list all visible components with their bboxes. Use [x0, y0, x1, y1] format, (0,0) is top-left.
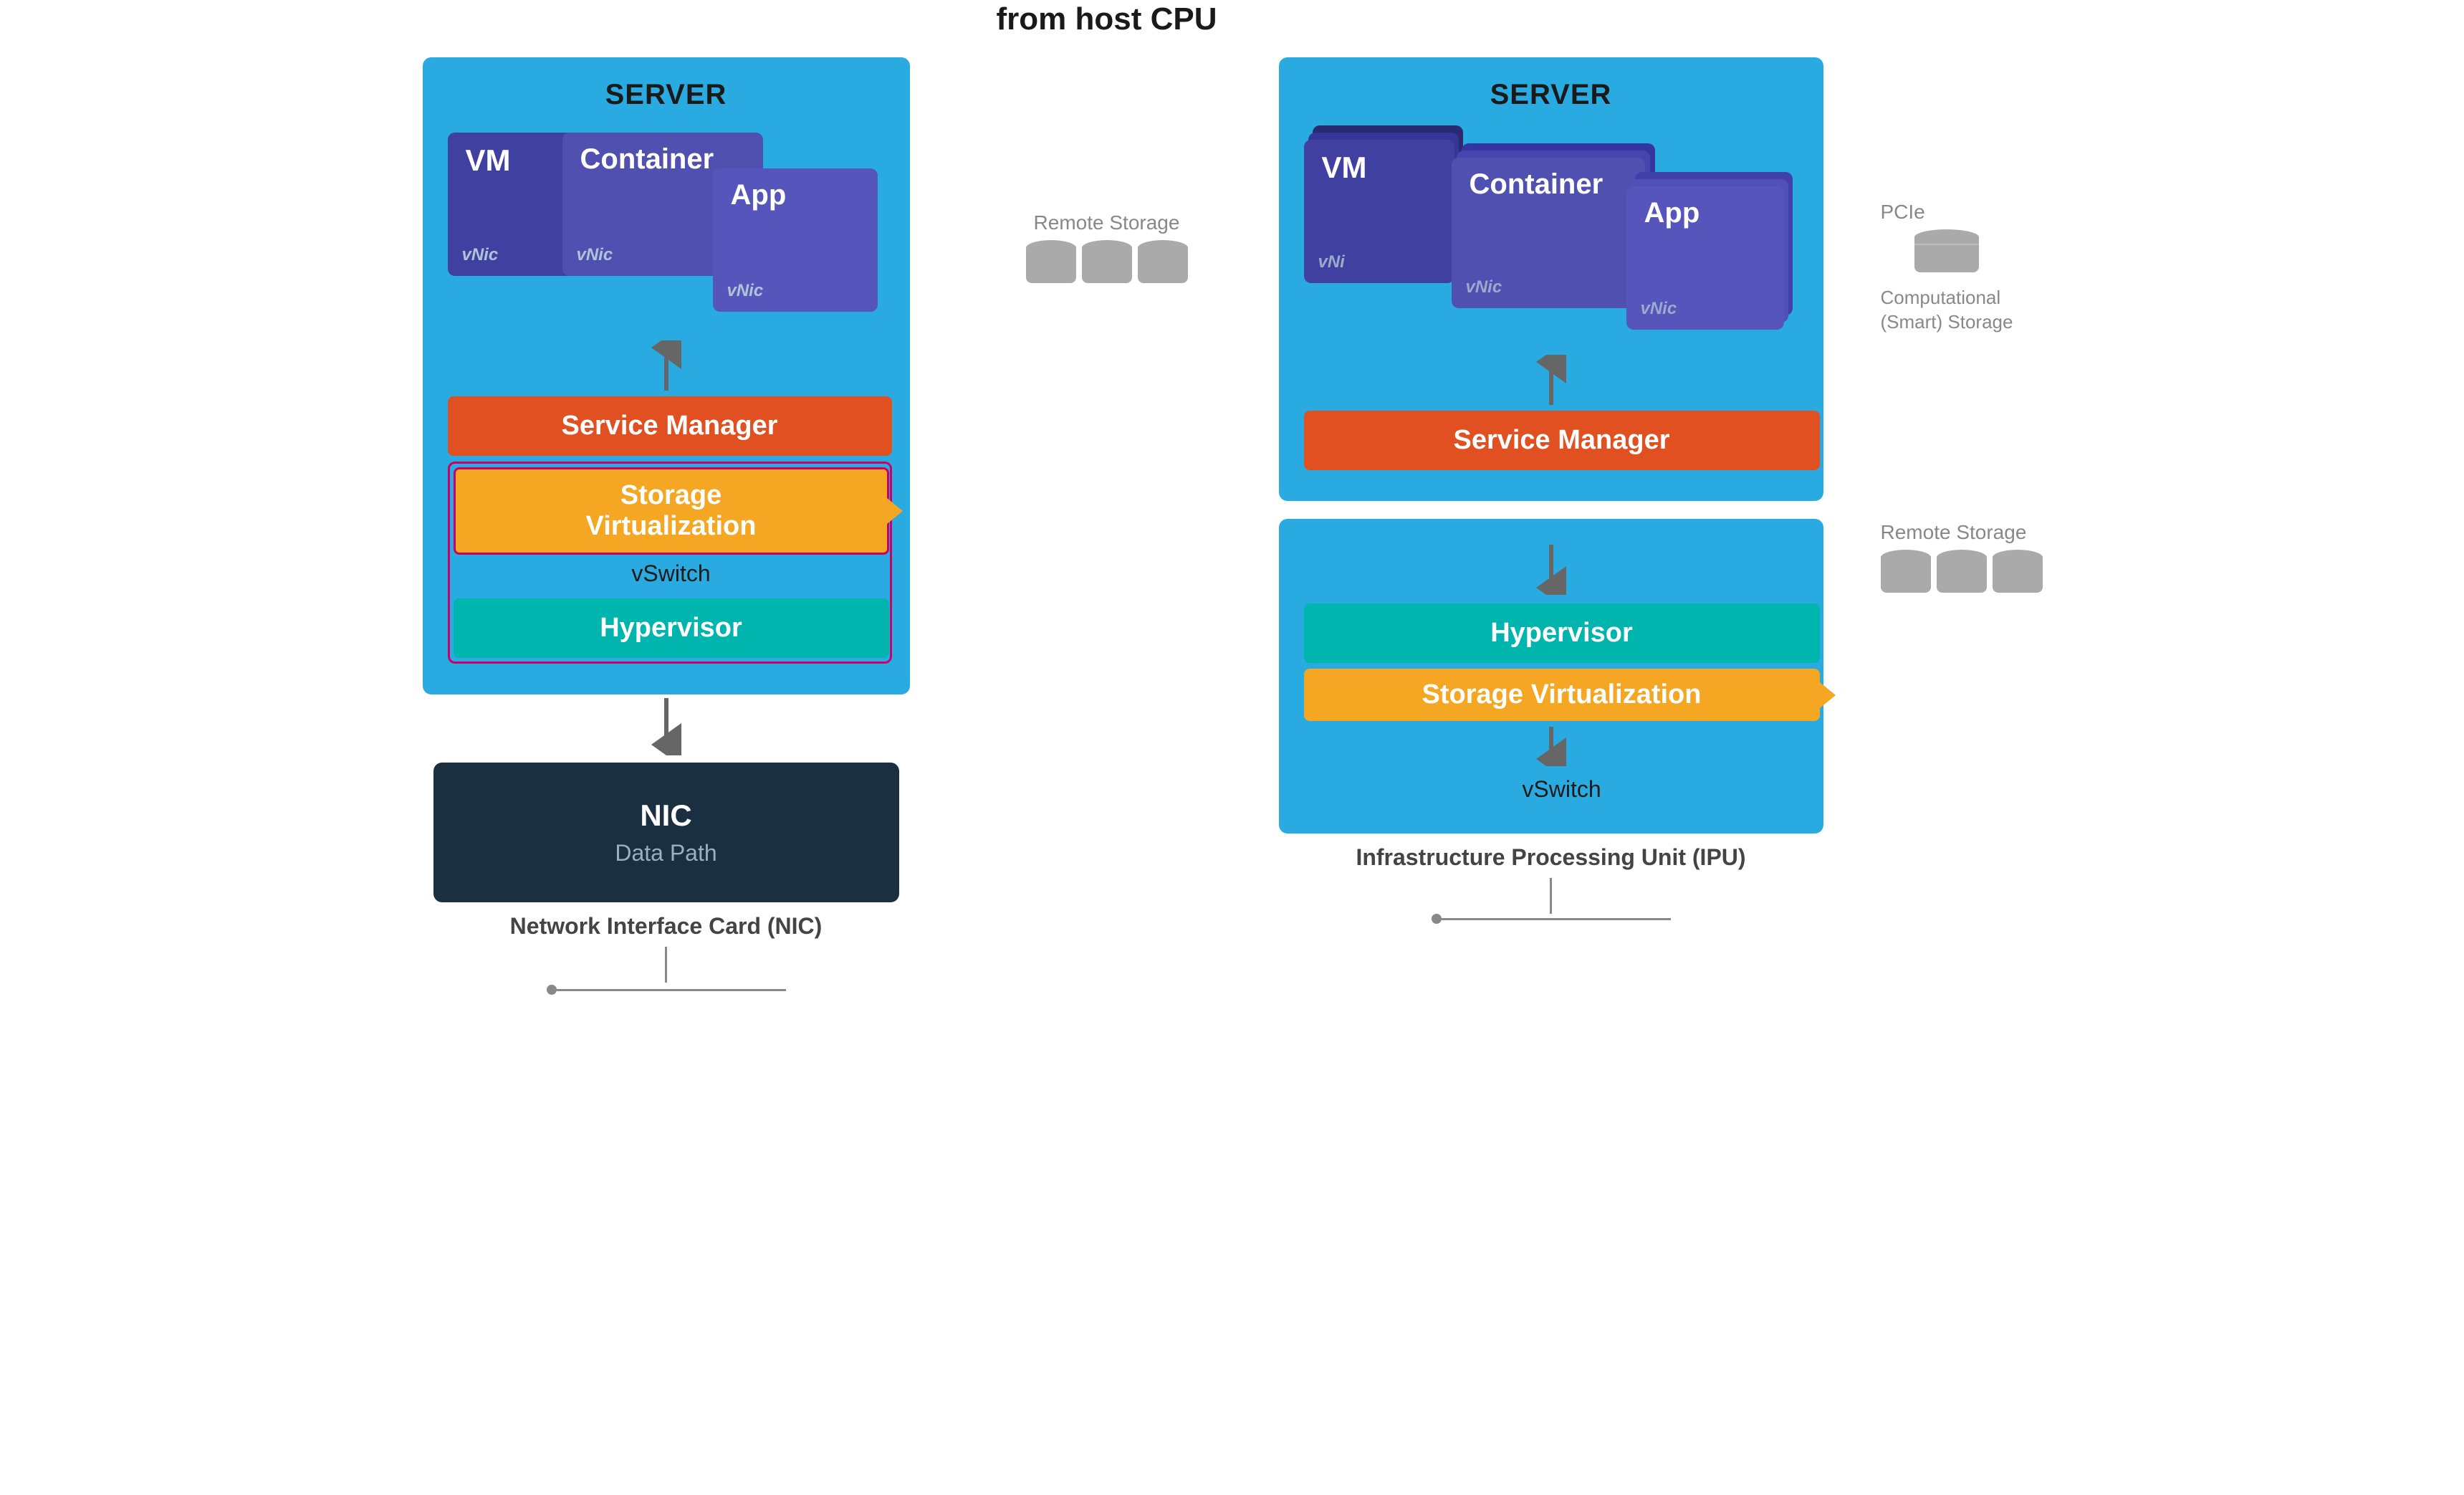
right-vm-stack: VM vNi Container vNic App vNic: [1304, 125, 1820, 340]
left-service-manager: Service Manager: [448, 396, 892, 456]
right-up-arrow-svg: [1533, 355, 1569, 405]
computational-storage-label: Computational (Smart) Storage: [1881, 286, 2013, 335]
right-service-manager-label: Service Manager: [1453, 425, 1669, 455]
right-bottom-section: [1279, 878, 1823, 924]
right-arrow-up-container: [1304, 355, 1798, 405]
ipu-storage-virt-label: Storage Virtualization: [1422, 679, 1702, 710]
ipu-down-arrow-svg: [1533, 545, 1569, 595]
nic-subtitle-label: Data Path: [491, 840, 842, 866]
remote-db-right-3: [1993, 550, 2043, 589]
remote-storage-icons: [1026, 240, 1188, 284]
comp-db-line1: [1914, 244, 1979, 245]
right-dot-line: [1432, 914, 1671, 924]
ipu-arrow-down: [1304, 545, 1798, 595]
left-vswitch: vSwitch: [454, 555, 889, 593]
left-line-to-remote: [665, 947, 667, 983]
comp-line2: (Smart) Storage: [1881, 310, 2013, 335]
nic-title-label: NIC: [491, 798, 842, 833]
rdb2-body: [1082, 247, 1132, 283]
ipu-storage-virt: Storage Virtualization: [1304, 669, 1820, 721]
left-bottom-section: [547, 947, 786, 995]
center-column: Shared Storage PCIe: [935, 0, 1279, 284]
remote-db-2: [1082, 240, 1132, 280]
left-remote-line-container: [547, 985, 786, 995]
pcie-right-info: PCIe Computational (Smart) Storage: [1881, 201, 2013, 335]
left-vnic2-label: vNic: [577, 245, 613, 265]
right-vm-label: VM: [1322, 151, 1367, 184]
offload-line2: from host CPU: [991, 0, 1222, 39]
left-vnic3-label: vNic: [727, 281, 764, 301]
ipu-down-arrow2-svg: [1533, 727, 1569, 766]
offload-text: Storage offload from host CPU: [991, 0, 1222, 39]
computational-storage-icon: [1914, 229, 1979, 276]
right-service-manager: Service Manager: [1304, 411, 1820, 470]
left-app-block: App vNic: [713, 168, 878, 312]
remote-db-3: [1138, 240, 1188, 280]
ipu-box: Hypervisor Storage Virtualization: [1279, 519, 1823, 834]
nic-label-below: Network Interface Card (NIC): [510, 913, 823, 940]
left-vm-stack: VM vNic Container vNic App vNic: [448, 125, 892, 326]
remote-storage-right-icons: [1881, 550, 2043, 593]
right-h-line: [1442, 918, 1671, 920]
ipu-label-below: Infrastructure Processing Unit (IPU): [1279, 844, 1823, 871]
remote-storage-center: Remote Storage: [1026, 211, 1188, 284]
right-dot: [1432, 914, 1442, 924]
remote-storage-right-label: Remote Storage: [1881, 521, 2043, 544]
right-server-label: SERVER: [1304, 79, 1798, 111]
left-vnic1-label: vNic: [462, 245, 499, 265]
rdbr1-body: [1881, 557, 1931, 593]
left-vm-label: VM: [466, 143, 511, 177]
right-container-label: Container: [1470, 168, 1603, 200]
rdb3-body: [1138, 247, 1188, 283]
left-app-label: App: [731, 179, 787, 211]
rdbr3-body: [1993, 557, 2043, 593]
remote-db-1: [1026, 240, 1076, 280]
ipu-hypervisor: Hypervisor: [1304, 603, 1820, 663]
pcie-right-label: PCIe: [1881, 201, 1925, 224]
right-vnic2-label: vNic: [1466, 277, 1502, 297]
remote-db-right-1: [1881, 550, 1931, 589]
r-app-main: App vNic: [1626, 186, 1784, 330]
comp-db-body: [1914, 237, 1979, 272]
right-app-label: App: [1644, 197, 1700, 229]
left-down-arrow-svg: [648, 698, 684, 755]
diagram-wrapper: SERVER VM vNic Container vNic App vNic: [0, 0, 2464, 1495]
ipu-arrow-down2: [1304, 727, 1798, 766]
left-server-box: SERVER VM vNic Container vNic App vNic: [423, 57, 910, 694]
left-storage-virt-line1: Storage: [466, 480, 876, 511]
right-vnic3-label: vNic: [1641, 299, 1677, 319]
left-up-arrow-svg: [648, 340, 684, 391]
left-storage-virt-line2: Virtualization: [466, 511, 876, 542]
left-container-label: Container: [580, 143, 714, 175]
right-vnic1-label: vNi: [1318, 252, 1345, 272]
right-column: SERVER VM vNi Container vNic: [1279, 57, 1866, 924]
right-extra-column: PCIe Computational (Smart) Storage Remot…: [1866, 57, 2067, 593]
left-pink-group: Storage Virtualization vSwitch Hyperviso…: [448, 462, 892, 664]
left-server-label: SERVER: [448, 79, 885, 111]
right-line-down: [1550, 878, 1552, 914]
left-dot: [547, 985, 557, 995]
rdb1-body: [1026, 247, 1076, 283]
r-container-main: Container vNic: [1452, 158, 1645, 308]
comp-line1: Computational: [1881, 286, 2013, 310]
left-h-line: [557, 989, 786, 991]
left-hypervisor: Hypervisor: [454, 598, 889, 658]
rdbr2-body: [1937, 557, 1987, 593]
left-storage-virt-arrow: [887, 498, 903, 524]
left-column: SERVER VM vNic Container vNic App vNic: [398, 57, 935, 995]
pcie-right-section: PCIe Computational (Smart) Storage: [1881, 201, 2013, 335]
right-server-box: SERVER VM vNi Container vNic: [1279, 57, 1823, 501]
ipu-vswitch: vSwitch: [1304, 770, 1820, 808]
remote-storage-right-section: Remote Storage: [1881, 521, 2043, 593]
left-arrow-up-container: [448, 340, 885, 391]
left-storage-virt: Storage Virtualization: [454, 467, 889, 555]
left-down-arrow-container: [648, 698, 684, 759]
left-service-manager-label: Service Manager: [561, 411, 777, 441]
nic-box: NIC Data Path: [433, 763, 899, 902]
remote-storage-label-center: Remote Storage: [1034, 211, 1180, 234]
ipu-storage-arrow: [1820, 682, 1836, 708]
remote-db-right-2: [1937, 550, 1987, 589]
r-vm-main: VM vNi: [1304, 140, 1454, 283]
